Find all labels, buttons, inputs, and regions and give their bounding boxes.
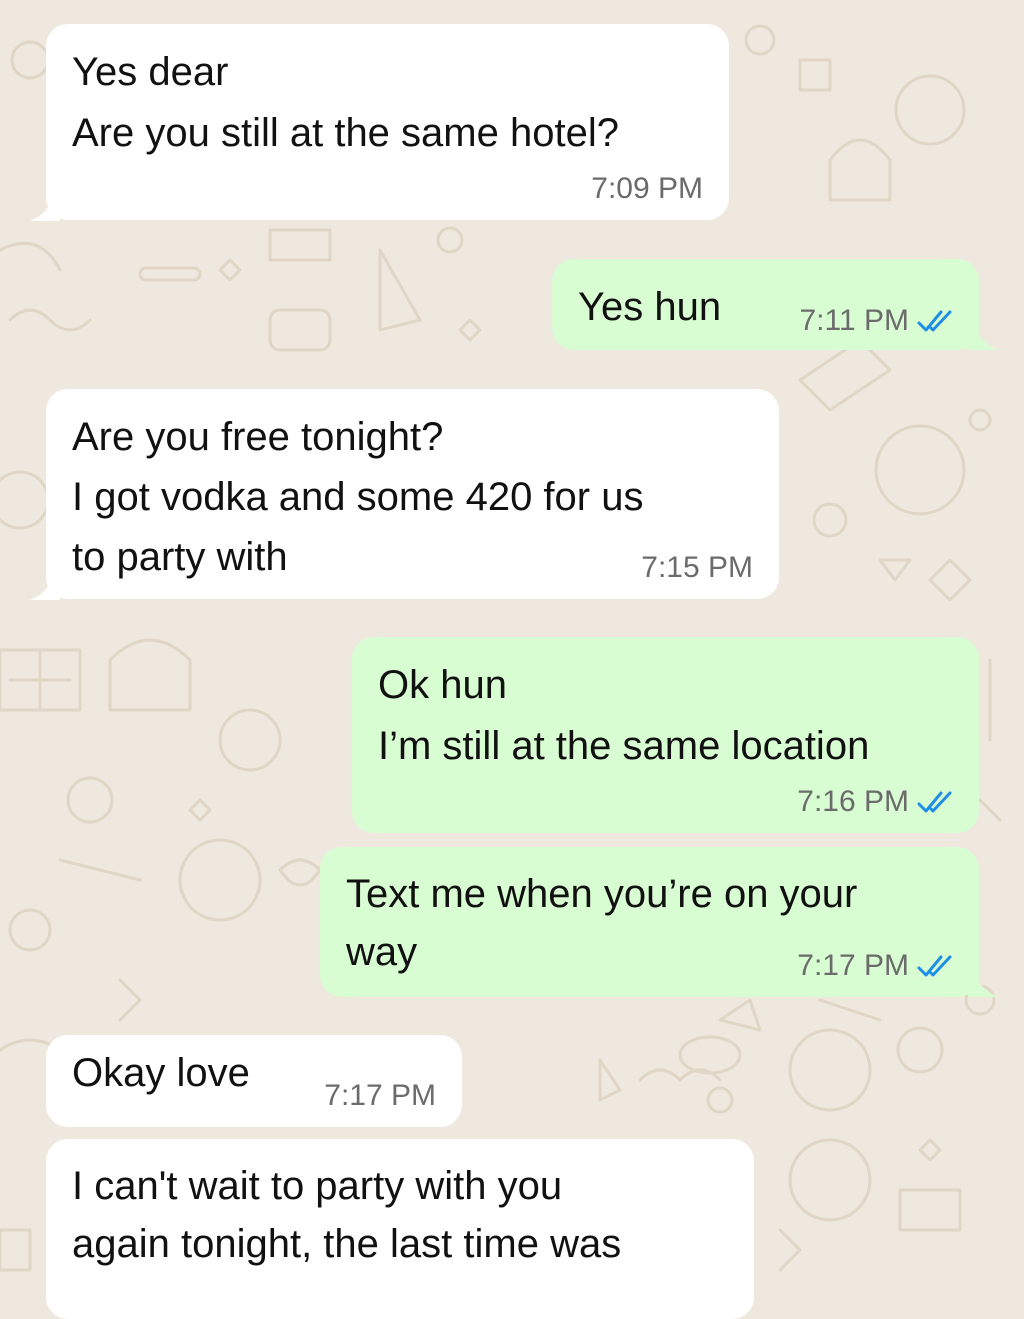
message-outgoing[interactable]: Ok hun I’m still at the same location 7:… [352,637,979,833]
message-text: I can't wait to party with you again ton… [72,1164,622,1266]
double-check-icon [917,955,952,977]
message-outgoing[interactable]: Yes hun 7:11 PM [552,259,979,350]
bubble-tail-outgoing [968,324,998,350]
message-text: Ok hun I’m still at the same location [378,663,870,768]
double-check-icon [917,791,952,813]
message-incoming[interactable]: Are you free tonight? I got vodka and so… [46,389,779,599]
message-time: 7:17 PM [797,949,909,982]
message-meta: 7:17 PM [797,949,955,983]
message-time: 7:09 PM [591,172,703,205]
message-meta: 7:15 PM [641,551,753,585]
message-incoming[interactable]: Yes dear Are you still at the same hotel… [46,24,729,220]
message-meta: 7:16 PM [797,785,955,819]
message-time: 7:11 PM [799,304,910,337]
message-meta: 7:17 PM [324,1079,436,1113]
message-outgoing[interactable]: Text me when you’re on your way 7:17 PM [320,847,979,997]
message-time: 7:16 PM [797,785,909,818]
message-incoming[interactable]: I can't wait to party with you again ton… [46,1139,754,1319]
message-time: 7:15 PM [641,551,753,584]
bubble-tail-outgoing [968,971,998,997]
message-text: Yes dear Are you still at the same hotel… [72,50,619,155]
bubble-tail-incoming [30,195,60,221]
bubble-tail-incoming [30,574,60,600]
message-meta: 7:11 PM [800,304,956,338]
message-meta: 7:09 PM [591,172,703,206]
message-time: 7:17 PM [324,1079,436,1112]
double-check-icon [917,310,952,332]
message-incoming[interactable]: Okay love 7:17 PM [46,1035,462,1127]
